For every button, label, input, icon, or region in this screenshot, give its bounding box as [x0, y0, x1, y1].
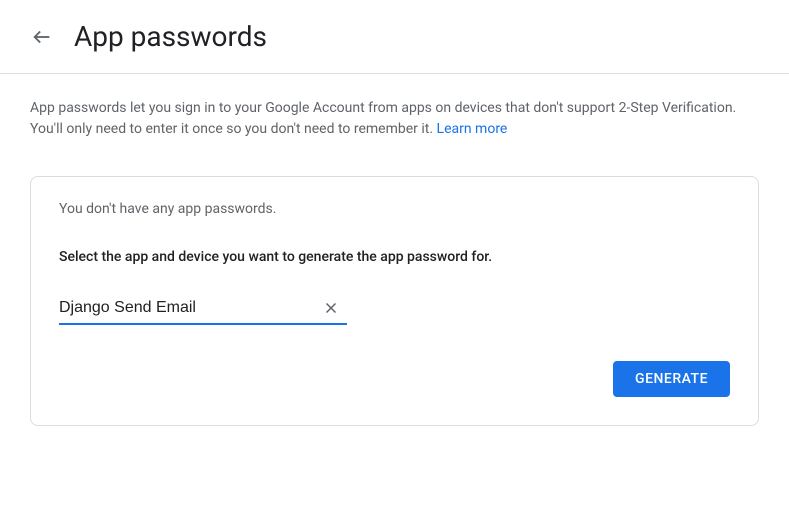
page-title: App passwords [74, 20, 267, 53]
description-text: App passwords let you sign in to your Go… [30, 98, 759, 140]
button-row: GENERATE [59, 361, 730, 397]
close-icon [322, 299, 340, 317]
content-area: App passwords let you sign in to your Go… [0, 74, 789, 450]
header: App passwords [0, 0, 789, 74]
arrow-left-icon [31, 26, 53, 48]
generate-button[interactable]: GENERATE [613, 361, 730, 397]
no-passwords-text: You don't have any app passwords. [59, 201, 730, 217]
learn-more-link[interactable]: Learn more [437, 121, 508, 137]
input-row [59, 293, 730, 325]
select-instruction-text: Select the app and device you want to ge… [59, 249, 730, 265]
back-button[interactable] [30, 25, 54, 49]
app-passwords-card: You don't have any app passwords. Select… [30, 176, 759, 426]
custom-name-input-wrapper [59, 293, 347, 325]
clear-input-button[interactable] [319, 296, 343, 320]
custom-name-input[interactable] [59, 293, 319, 323]
description-body: App passwords let you sign in to your Go… [30, 100, 736, 137]
